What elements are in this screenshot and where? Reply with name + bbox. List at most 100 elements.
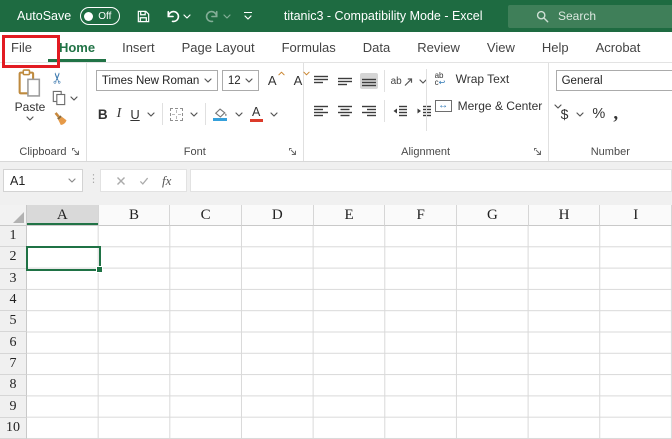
column-header-b[interactable]: B bbox=[98, 205, 171, 226]
qat-chevron-icon bbox=[244, 15, 252, 20]
clipboard-group: Paste ✂ Clipboard bbox=[0, 63, 87, 161]
increase-indent-button[interactable] bbox=[415, 103, 433, 119]
bold-button[interactable]: B bbox=[98, 107, 108, 122]
increase-font-size-button[interactable]: A bbox=[268, 71, 285, 88]
clipboard-group-label: Clipboard bbox=[19, 146, 67, 158]
paste-button[interactable]: Paste bbox=[8, 69, 52, 121]
undo-button[interactable] bbox=[165, 9, 191, 24]
save-button[interactable] bbox=[136, 9, 151, 24]
excel-window: AutoSave Off titanic3 - Compatibility Mo… bbox=[0, 0, 672, 439]
underline-dropdown-icon[interactable] bbox=[147, 111, 155, 117]
formula-input[interactable] bbox=[190, 169, 672, 192]
row-header-9[interactable]: 9 bbox=[0, 396, 27, 418]
tab-help[interactable]: Help bbox=[531, 32, 580, 62]
column-header-a[interactable]: A bbox=[27, 205, 99, 226]
selected-cell-a1 bbox=[26, 246, 103, 273]
bottom-align-button[interactable] bbox=[359, 73, 378, 89]
decrease-indent-button[interactable] bbox=[391, 103, 409, 119]
search-placeholder: Search bbox=[558, 9, 597, 23]
paste-icon bbox=[18, 69, 41, 97]
undo-dropdown-icon[interactable] bbox=[183, 13, 191, 19]
name-box-dropdown-icon bbox=[68, 178, 76, 183]
comma-style-button[interactable]: , bbox=[613, 103, 618, 125]
column-header-d[interactable]: D bbox=[242, 205, 314, 226]
formula-bar: A1 ⋮ fx bbox=[0, 162, 672, 205]
number-format-value: General bbox=[561, 74, 603, 87]
font-color-button[interactable]: A bbox=[249, 105, 263, 122]
fill-handle[interactable] bbox=[96, 266, 103, 273]
name-box[interactable]: A1 bbox=[3, 169, 83, 192]
row-header-3[interactable]: 3 bbox=[0, 268, 27, 290]
orientation-arrow-icon bbox=[404, 77, 412, 86]
alignment-dialog-launcher[interactable] bbox=[533, 147, 543, 157]
borders-dropdown-icon[interactable] bbox=[190, 111, 198, 117]
percent-style-button[interactable]: % bbox=[592, 106, 605, 122]
insert-function-button[interactable]: fx bbox=[162, 173, 171, 189]
column-header-g[interactable]: G bbox=[457, 205, 529, 226]
number-group-label: Number bbox=[590, 146, 630, 158]
center-align-button[interactable] bbox=[336, 103, 354, 119]
wrap-text-button[interactable]: ab c↩ Wrap Text bbox=[435, 72, 563, 87]
row-header-1[interactable]: 1 bbox=[0, 226, 27, 248]
fill-color-bar bbox=[213, 117, 228, 121]
align-left-button[interactable] bbox=[312, 103, 330, 119]
column-header-h[interactable]: H bbox=[528, 205, 601, 226]
borders-button[interactable] bbox=[169, 107, 183, 121]
decrease-font-size-button[interactable]: A bbox=[294, 71, 310, 88]
search-box[interactable]: Search bbox=[508, 4, 672, 28]
merge-center-button[interactable]: ↔ Merge & Center bbox=[434, 99, 563, 113]
row-header-8[interactable]: 8 bbox=[0, 375, 27, 397]
font-size-combobox[interactable]: 12 bbox=[221, 70, 259, 91]
row-headers: 1 2 3 4 5 6 7 8 9 10 bbox=[0, 226, 27, 439]
row-header-10[interactable]: 10 bbox=[0, 417, 27, 439]
column-header-c[interactable]: C bbox=[170, 205, 243, 226]
underline-button[interactable]: U bbox=[130, 107, 139, 122]
accounting-format-button[interactable]: $ bbox=[561, 106, 569, 122]
orientation-button[interactable]: ab bbox=[391, 76, 413, 87]
copy-button[interactable] bbox=[52, 90, 78, 106]
autosave-toggle[interactable]: Off bbox=[80, 7, 121, 25]
font-group-label: Font bbox=[183, 146, 206, 158]
format-painter-icon[interactable] bbox=[52, 111, 69, 127]
tab-review[interactable]: Review bbox=[406, 32, 471, 62]
tab-insert[interactable]: Insert bbox=[111, 32, 166, 62]
tab-acrobat[interactable]: Acrobat bbox=[585, 32, 652, 62]
tab-formulas[interactable]: Formulas bbox=[271, 32, 347, 62]
formula-bar-resizer[interactable]: ⋮ bbox=[88, 172, 99, 185]
row-header-5[interactable]: 5 bbox=[0, 311, 27, 333]
font-color-dropdown-icon[interactable] bbox=[270, 111, 278, 117]
cut-button[interactable]: ✂ bbox=[49, 72, 66, 85]
column-header-f[interactable]: F bbox=[385, 205, 458, 226]
row-header-4[interactable]: 4 bbox=[0, 289, 27, 312]
row-header-7[interactable]: 7 bbox=[0, 353, 27, 376]
accounting-dropdown-icon[interactable] bbox=[576, 111, 585, 117]
top-align-button[interactable] bbox=[312, 73, 330, 89]
clipboard-dialog-launcher[interactable] bbox=[71, 147, 81, 157]
middle-align-button[interactable] bbox=[336, 73, 354, 89]
tab-data[interactable]: Data bbox=[352, 32, 401, 62]
align-right-button[interactable] bbox=[360, 103, 378, 119]
font-name-combobox[interactable]: Times New Roman bbox=[95, 70, 218, 91]
fill-bucket-icon bbox=[214, 107, 227, 118]
wrap-text-label: Wrap Text bbox=[455, 72, 510, 86]
font-dialog-launcher[interactable] bbox=[288, 147, 298, 157]
tab-view[interactable]: View bbox=[476, 32, 526, 62]
customize-quick-access-toolbar-button[interactable] bbox=[244, 11, 253, 21]
fill-color-button[interactable] bbox=[213, 107, 228, 121]
cells-area[interactable] bbox=[27, 226, 672, 439]
fill-color-dropdown-icon[interactable] bbox=[235, 111, 243, 117]
separator bbox=[383, 70, 385, 92]
autosave-label: AutoSave bbox=[17, 9, 72, 23]
column-header-i[interactable]: I bbox=[600, 205, 672, 226]
autosave-state: Off bbox=[98, 10, 112, 22]
font-size-value: 12 bbox=[227, 74, 241, 87]
enter-icon bbox=[139, 177, 148, 185]
select-all-corner[interactable] bbox=[0, 205, 27, 226]
row-header-6[interactable]: 6 bbox=[0, 332, 27, 354]
row-header-2[interactable]: 2 bbox=[0, 247, 27, 269]
number-format-combobox[interactable]: General bbox=[555, 70, 672, 91]
copy-icon bbox=[52, 90, 66, 106]
column-header-e[interactable]: E bbox=[313, 205, 386, 226]
italic-button[interactable]: I bbox=[115, 106, 124, 122]
tab-page-layout[interactable]: Page Layout bbox=[171, 32, 266, 62]
